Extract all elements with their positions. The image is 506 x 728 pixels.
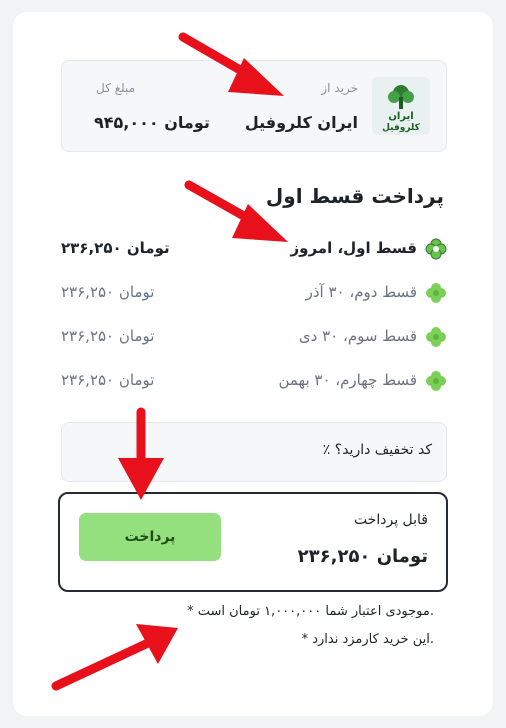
credit-note: * موجودی اعتبار شما ۱,۰۰۰,۰۰۰ تومان است. bbox=[187, 604, 434, 619]
pay-button[interactable]: پرداخت bbox=[79, 513, 221, 561]
total-label: مبلغ کل bbox=[96, 81, 136, 95]
merchant-logo: ایران کلروفیل bbox=[372, 77, 430, 135]
installment-label: قسط چهارم، ۳۰ بهمن bbox=[278, 371, 417, 389]
payment-box: قابل پرداخت ۲۳۶,۲۵۰ تومان پرداخت bbox=[58, 492, 448, 592]
clover-icon bbox=[426, 371, 446, 391]
section-title: پرداخت قسط اول bbox=[265, 184, 444, 208]
installment-label: قسط اول، امروز bbox=[290, 239, 418, 257]
logo-text-bottom: کلروفیل bbox=[382, 123, 420, 133]
installment-row: قسط دوم، ۳۰ آذر ۲۳۶,۲۵۰ تومان bbox=[61, 278, 447, 308]
clover-icon bbox=[425, 238, 447, 260]
discount-code-toggle[interactable]: ٪ کد تخفیف دارید؟ bbox=[61, 422, 447, 482]
fee-note: * این خرید کارمزد ندارد. bbox=[301, 632, 434, 647]
total-amount: ۹۴۵,۰۰۰ تومان bbox=[94, 113, 210, 132]
installment-row: قسط سوم، ۳۰ دی ۲۳۶,۲۵۰ تومان bbox=[61, 322, 447, 352]
installment-label: قسط سوم، ۳۰ دی bbox=[298, 327, 417, 345]
installment-amount: ۲۳۶,۲۵۰ تومان bbox=[61, 371, 155, 389]
payable-label: قابل پرداخت bbox=[353, 512, 428, 528]
installment-row: قسط اول، امروز ۲۳۶,۲۵۰ تومان bbox=[61, 234, 447, 264]
logo-text-top: ایران bbox=[388, 111, 413, 122]
clover-icon bbox=[426, 327, 446, 347]
merchant-box: ایران کلروفیل خرید از ایران کلروفیل مبلغ… bbox=[61, 60, 447, 152]
installment-row: قسط چهارم، ۳۰ بهمن ۲۳۶,۲۵۰ تومان bbox=[61, 366, 447, 396]
merchant-name: ایران کلروفیل bbox=[244, 113, 358, 132]
purchase-from-label: خرید از bbox=[321, 81, 358, 95]
discount-code-label: ٪ کد تخفیف دارید؟ bbox=[322, 442, 432, 458]
installment-label: قسط دوم، ۳۰ آذر bbox=[305, 283, 417, 301]
checkout-card: ایران کلروفیل خرید از ایران کلروفیل مبلغ… bbox=[13, 12, 493, 716]
payable-amount: ۲۳۶,۲۵۰ تومان bbox=[297, 546, 428, 567]
installment-amount: ۲۳۶,۲۵۰ تومان bbox=[61, 283, 155, 301]
clover-icon bbox=[426, 283, 446, 303]
installment-amount: ۲۳۶,۲۵۰ تومان bbox=[61, 327, 155, 345]
installment-amount: ۲۳۶,۲۵۰ تومان bbox=[61, 239, 170, 257]
